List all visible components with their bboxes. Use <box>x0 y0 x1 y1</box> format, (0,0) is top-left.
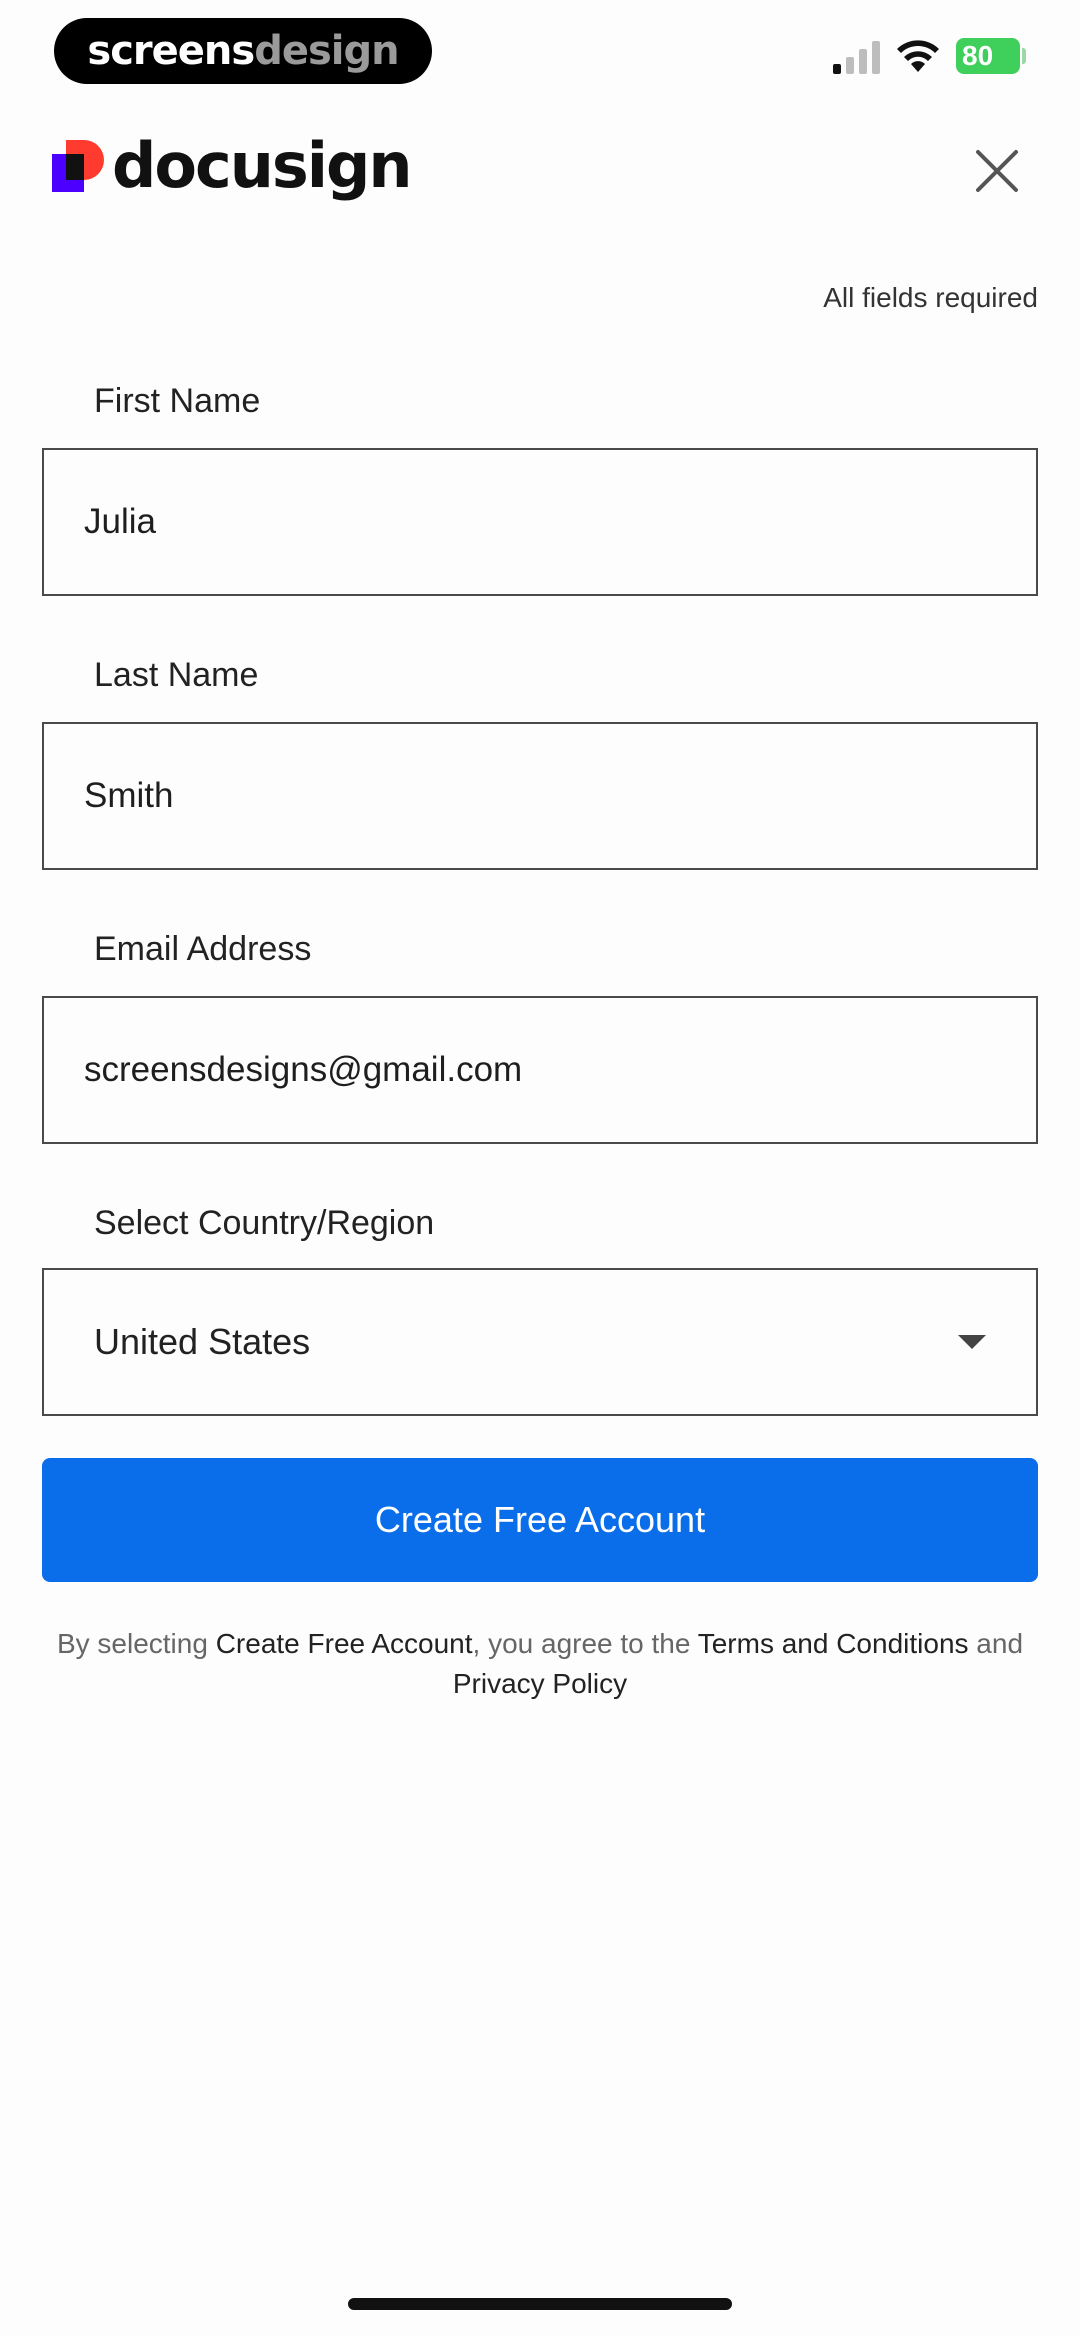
cellular-signal-icon <box>833 41 880 74</box>
wifi-icon <box>897 40 939 72</box>
first-name-input[interactable] <box>42 448 1038 596</box>
battery-icon: 80 <box>956 38 1020 74</box>
battery-level: 80 <box>962 40 994 71</box>
battery-cap <box>1022 48 1026 64</box>
home-indicator <box>348 2298 732 2310</box>
watermark-part1: screens <box>87 28 255 74</box>
country-select-value: United States <box>94 1321 311 1362</box>
last-name-label: Last Name <box>94 656 259 694</box>
legal-prefix: By selecting <box>56 1628 216 1659</box>
country-label: Select Country/Region <box>94 1204 435 1242</box>
docusign-logo-icon <box>52 140 104 192</box>
terms-link[interactable]: Terms and Conditions <box>698 1628 969 1659</box>
email-input[interactable] <box>42 996 1038 1144</box>
create-free-account-button[interactable]: Create Free Account <box>42 1458 1038 1582</box>
legal-action: Create Free Account <box>215 1628 473 1659</box>
legal-disclaimer: By selecting Create Free Account, you ag… <box>42 1624 1038 1704</box>
watermark-part2: design <box>254 28 399 74</box>
first-name-label: First Name <box>94 382 261 420</box>
privacy-policy-link[interactable]: Privacy Policy <box>453 1668 627 1699</box>
status-bar: screens design 80 <box>0 0 1080 110</box>
required-fields-note: All fields required <box>823 282 1038 313</box>
close-icon[interactable] <box>970 144 1024 198</box>
legal-conj: and <box>968 1628 1024 1659</box>
docusign-logo-text: docusign <box>112 129 413 202</box>
last-name-input[interactable] <box>42 722 1038 870</box>
country-select[interactable]: United States <box>42 1268 1038 1416</box>
chevron-down-icon <box>958 1335 986 1349</box>
email-label: Email Address <box>94 930 312 968</box>
screensdesign-watermark: screens design <box>54 18 432 84</box>
legal-middle: , you agree to the <box>472 1628 698 1659</box>
